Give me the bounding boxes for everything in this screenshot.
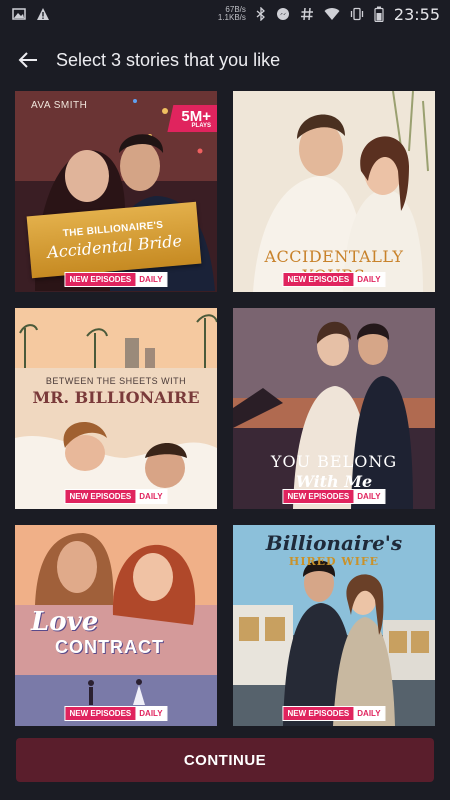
warning-icon: [36, 7, 50, 21]
story-title-line2: MR. BILLIONAIRE: [32, 388, 200, 407]
status-left: [12, 7, 50, 21]
new-episodes-badge: NEW EPISODES DAILY: [282, 706, 386, 721]
messenger-icon: [276, 7, 290, 21]
header: Select 3 stories that you like: [0, 40, 450, 80]
story-grid: AVA SMITH 5M+ PLAYS THE BILLIONAIRE'S Ac…: [15, 91, 435, 726]
plays-badge: 5M+ PLAYS: [167, 105, 217, 132]
image-icon: [12, 7, 26, 21]
story-card-love-contract[interactable]: Love CONTRACT NEW EPISODES DAILY: [15, 525, 217, 726]
new-episodes-badge: NEW EPISODES DAILY: [64, 706, 168, 721]
battery-icon: [374, 6, 384, 22]
badge-daily: DAILY: [135, 273, 167, 286]
hashtag-icon: [300, 7, 314, 21]
story-title-line1: YOU BELONG: [270, 452, 398, 471]
badge-new-episodes: NEW EPISODES: [283, 273, 354, 286]
new-episodes-badge: NEW EPISODES DAILY: [64, 489, 168, 504]
story-title-line1: Love: [31, 607, 99, 637]
bluetooth-icon: [256, 7, 266, 21]
author-name: AVA SMITH: [31, 100, 88, 111]
cover-art: [15, 308, 217, 509]
story-card-accidentally-yours[interactable]: ACCIDENTALLY YOURS NEW EPISODES DAILY: [233, 91, 435, 292]
badge-daily: DAILY: [353, 490, 385, 503]
wifi-icon: [324, 7, 340, 21]
vibrate-icon: [350, 7, 364, 21]
badge-daily: DAILY: [353, 707, 385, 720]
badge-new-episodes: NEW EPISODES: [65, 707, 136, 720]
new-episodes-badge: NEW EPISODES DAILY: [282, 272, 386, 287]
badge-new-episodes: NEW EPISODES: [283, 707, 354, 720]
story-title-line2: HIRED WIFE: [288, 555, 380, 568]
network-speed: 67B/s 1.1KB/s: [218, 6, 246, 22]
page-title: Select 3 stories that you like: [56, 49, 281, 70]
badge-new-episodes: NEW EPISODES: [283, 490, 354, 503]
badge-daily: DAILY: [135, 490, 167, 503]
story-card-billionaires-accidental-bride[interactable]: AVA SMITH 5M+ PLAYS THE BILLIONAIRE'S Ac…: [15, 91, 217, 292]
arrow-left-icon: [18, 52, 37, 68]
clock: 23:55: [393, 4, 440, 24]
story-card-between-the-sheets[interactable]: BETWEEN THE SHEETS WITH MR. BILLIONAIRE …: [15, 308, 217, 509]
story-card-you-belong-with-me[interactable]: YOU BELONG With Me NEW EPISODES DAILY: [233, 308, 435, 509]
story-title-line1: BETWEEN THE SHEETS WITH: [45, 376, 187, 386]
status-bar: 67B/s 1.1KB/s 23:55: [0, 0, 450, 28]
badge-new-episodes: NEW EPISODES: [65, 490, 136, 503]
story-title-line1: Billionaire's: [265, 531, 403, 555]
new-episodes-badge: NEW EPISODES DAILY: [64, 272, 168, 287]
badge-daily: DAILY: [135, 707, 167, 720]
new-episodes-badge: NEW EPISODES DAILY: [282, 489, 386, 504]
back-button[interactable]: [16, 48, 40, 72]
status-right: 67B/s 1.1KB/s 23:55: [218, 5, 440, 24]
story-title-line2: CONTRACT: [55, 637, 164, 657]
continue-button[interactable]: CONTINUE: [16, 738, 434, 782]
story-card-billionaires-hired-wife[interactable]: Billionaire's HIRED WIFE NEW EPISODES DA…: [233, 525, 435, 726]
badge-new-episodes: NEW EPISODES: [65, 273, 136, 286]
badge-daily: DAILY: [353, 273, 385, 286]
net-speed-down: 1.1KB/s: [217, 13, 246, 22]
